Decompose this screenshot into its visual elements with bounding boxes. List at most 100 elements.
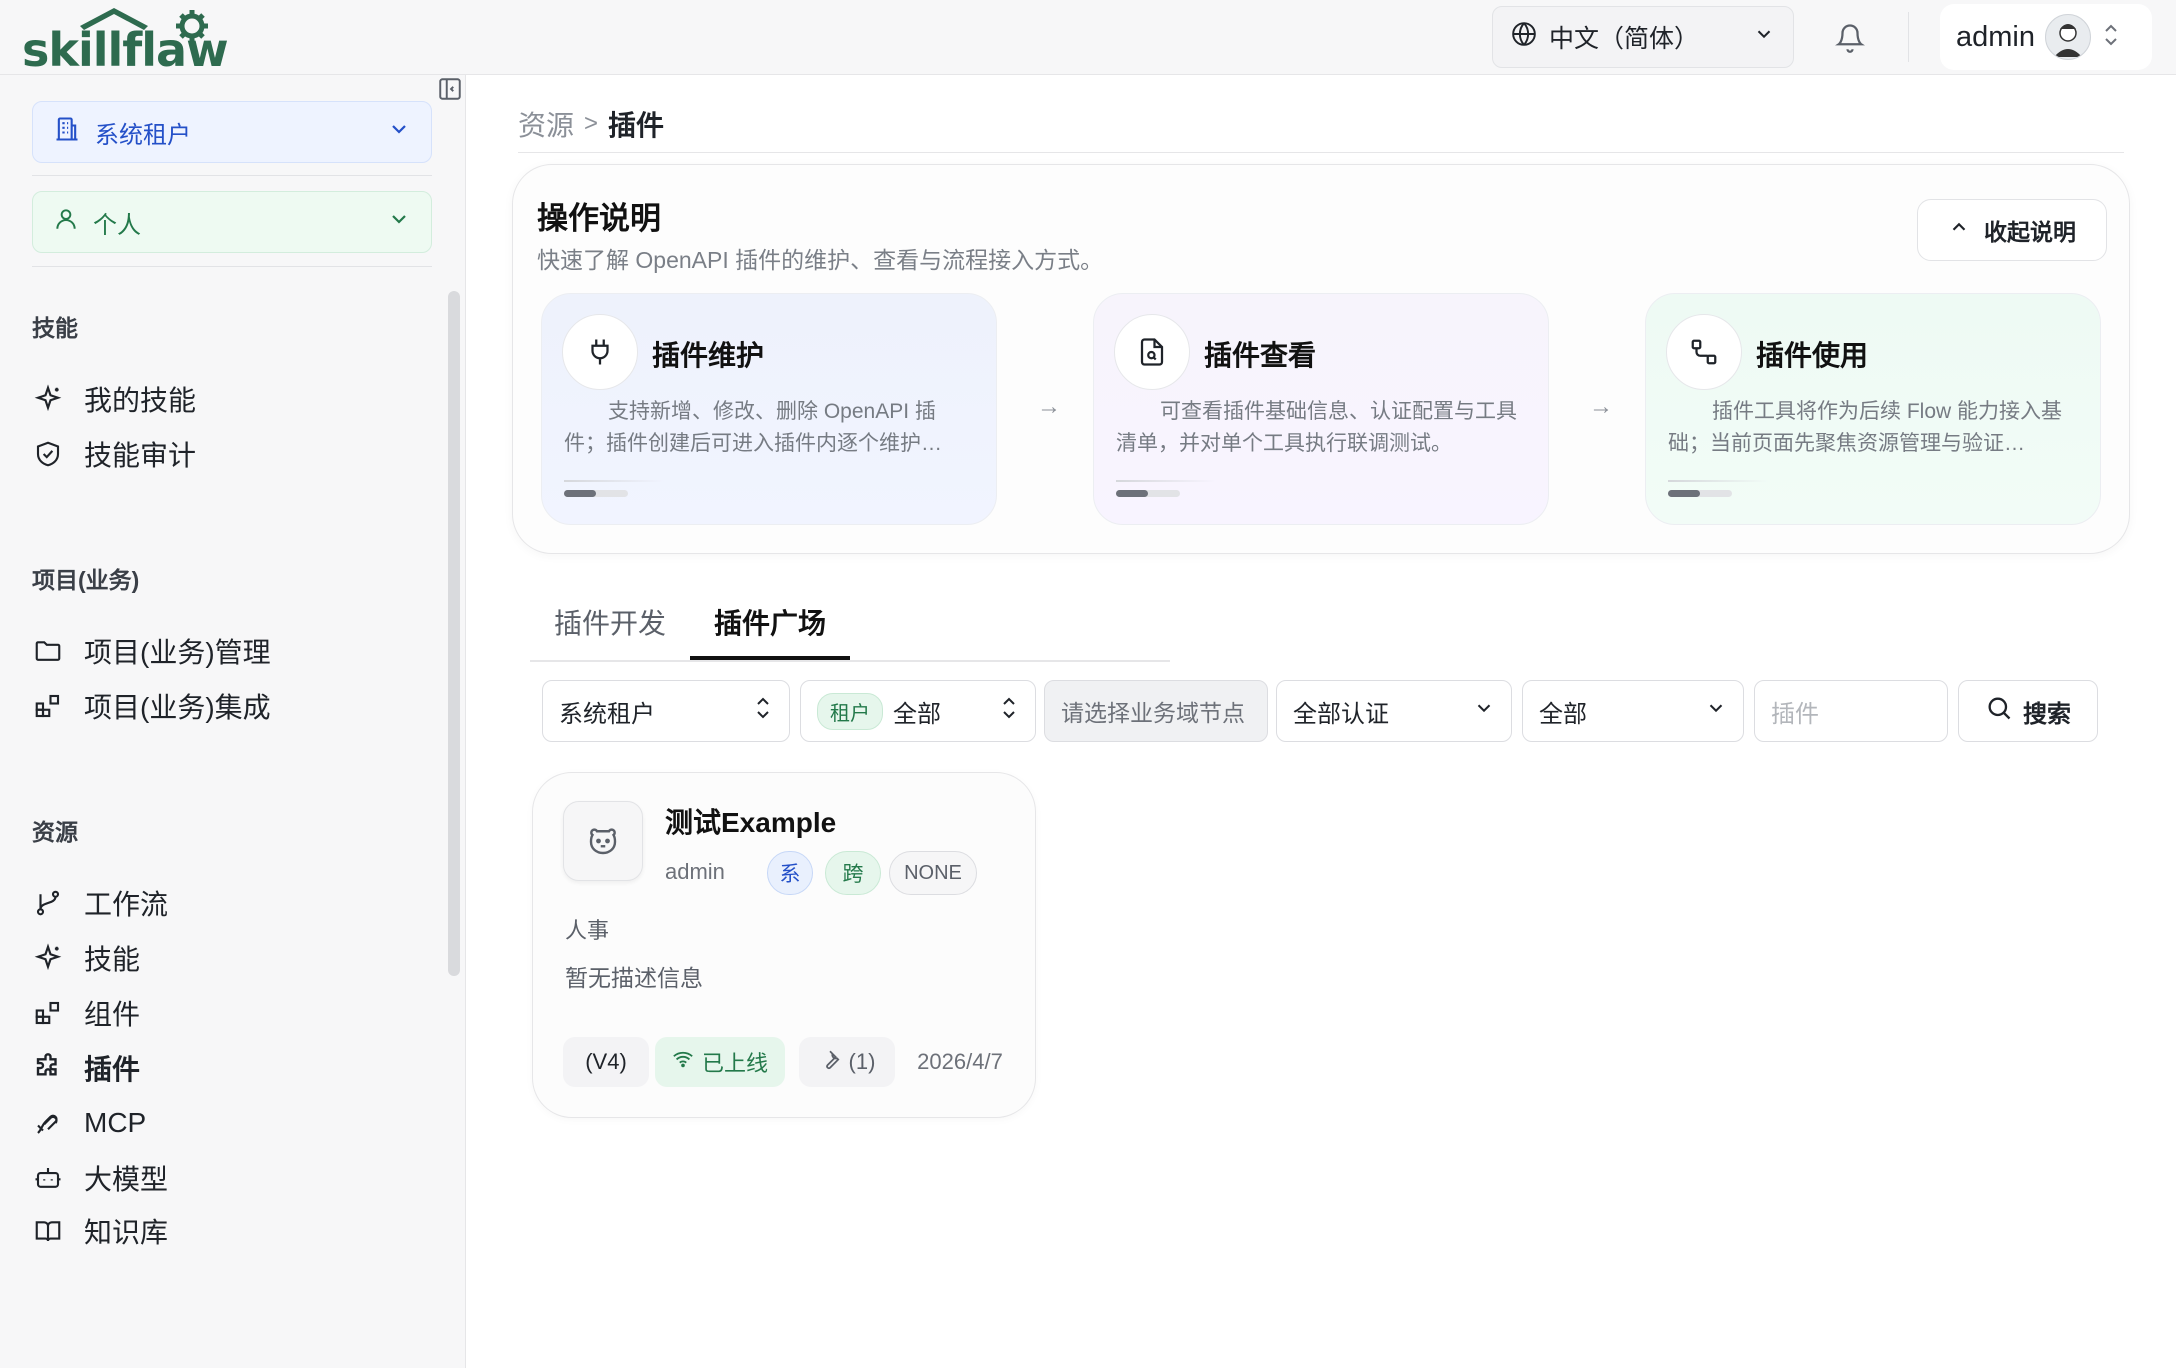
blocks-icon	[32, 997, 64, 1029]
step-description: 可查看插件基础信息、认证配置与工具清单，并对单个工具执行联调测试。	[1116, 400, 1517, 455]
chevron-down-icon	[387, 117, 411, 148]
sidebar-item-label: 项目(业务)集成	[84, 692, 271, 723]
sidebar-scrollbar[interactable]	[448, 291, 460, 976]
breadcrumb-parent[interactable]: 资源	[518, 104, 574, 144]
step-card-use: 插件使用 插件工具将作为后续 Flow 能力接入基础；当前页面先聚焦资源管理与验…	[1645, 293, 2101, 525]
sidebar-item-workflow[interactable]: 工作流	[32, 877, 422, 929]
role-filter-select[interactable]: 租户 全部	[800, 680, 1036, 742]
plug-icon	[562, 314, 638, 390]
plugin-status-badge: 已上线	[655, 1037, 785, 1087]
chevron-up-icon	[1948, 216, 1970, 244]
sidebar-item-llm[interactable]: 大模型	[32, 1152, 422, 1204]
step-progress	[1668, 490, 1732, 497]
collapse-guide-button[interactable]: 收起说明	[1917, 199, 2107, 261]
sidebar-item-label: 技能审计	[84, 440, 197, 471]
plugin-version: (V4)	[563, 1037, 649, 1087]
active-tab-indicator	[690, 656, 850, 660]
avatar	[2045, 14, 2091, 60]
plugin-search-input[interactable]: 插件	[1754, 680, 1948, 742]
guide-subtitle: 快速了解 OpenAPI 插件的维护、查看与流程接入方式。	[537, 247, 1104, 273]
sidebar-item-plugins[interactable]: 插件	[32, 1042, 422, 1094]
sidebar-item-knowledge-base[interactable]: 知识库	[32, 1205, 422, 1257]
step-title: 插件查看	[1204, 340, 1317, 371]
operation-guide-card: 操作说明 快速了解 OpenAPI 插件的维护、查看与流程接入方式。 收起说明 …	[512, 164, 2130, 554]
arrow-right-icon: →	[1037, 393, 1061, 420]
plugin-category: 人事	[565, 918, 610, 943]
step-card-view: 插件查看 可查看插件基础信息、认证配置与工具清单，并对单个工具执行联调测试。	[1093, 293, 1549, 525]
personal-scope-select[interactable]: 个人	[32, 191, 432, 253]
sidebar-item-components[interactable]: 组件	[32, 987, 422, 1039]
skillflaw-logo[interactable]: skillflaw	[22, 6, 277, 77]
puzzle-icon	[32, 1052, 64, 1084]
language-label: 中文（简体）	[1549, 25, 1700, 53]
wifi-icon	[672, 1048, 694, 1076]
sidebar-collapse-icon[interactable]	[436, 75, 464, 103]
chevron-updown-icon	[999, 695, 1019, 728]
sidebar-item-skills[interactable]: 技能	[32, 932, 422, 984]
plugin-status-label: 已上线	[701, 1051, 768, 1076]
plugin-tool-count-label: (1)	[848, 1049, 876, 1074]
sidebar: 系统租户 个人 技能 我的技能 技能审计 项目(业务) 项目(业务)管理 项目(…	[0, 75, 466, 1368]
guide-title: 操作说明	[537, 201, 661, 236]
plugin-name[interactable]: 测试Example	[665, 801, 836, 841]
tenant-scope-select[interactable]: 系统租户	[32, 101, 432, 163]
plugin-card[interactable]: 测试Example admin 系 跨 NONE 人事 暂无描述信息 (V4) …	[532, 772, 1036, 1118]
plugin-search-placeholder: 插件	[1771, 700, 1819, 728]
step-card-maintain: 插件维护 支持新增、修改、删除 OpenAPI 插件；插件创建后可进入插件内逐个…	[541, 293, 997, 525]
svg-text:skillflaw: skillflaw	[22, 23, 228, 70]
language-select[interactable]: 中文（简体）	[1492, 6, 1794, 68]
bell-icon[interactable]	[1830, 18, 1870, 58]
search-button[interactable]: 搜索	[1958, 680, 2098, 742]
auth-filter-value: 全部认证	[1293, 700, 1389, 728]
auth-filter-select[interactable]: 全部认证	[1276, 680, 1512, 742]
tab-plugin-marketplace[interactable]: 插件广场	[714, 602, 826, 642]
section-title-projects: 项目(业务)	[32, 567, 140, 593]
plugin-author: admin	[665, 859, 725, 884]
globe-icon	[1511, 21, 1537, 54]
cross-tenant-badge: 跨	[825, 851, 881, 895]
breadcrumb: 资源 > 插件	[518, 104, 664, 144]
sidebar-item-label: MCP	[84, 1107, 147, 1138]
role-filter-value: 全部	[893, 700, 941, 728]
tab-plugin-development[interactable]: 插件开发	[554, 602, 666, 642]
arrow-right-icon: →	[1589, 393, 1613, 420]
section-title-skills: 技能	[32, 315, 78, 341]
business-domain-select[interactable]: 请选择业务域节点	[1044, 680, 1268, 742]
user-name: admin	[1956, 20, 2035, 53]
search-icon	[1985, 694, 2013, 729]
sidebar-item-project-integration[interactable]: 项目(业务)集成	[32, 680, 422, 732]
workflow-icon	[32, 887, 64, 919]
user-menu[interactable]: admin	[1940, 4, 2152, 70]
breadcrumb-current: 插件	[608, 110, 665, 141]
step-title: 插件使用	[1756, 340, 1869, 371]
top-header: skillflaw 中文（简体） admin	[0, 0, 2176, 77]
sidebar-item-label: 组件	[84, 999, 141, 1030]
personal-scope-label: 个人	[93, 211, 141, 239]
auth-type-badge: NONE	[889, 851, 977, 895]
status-filter-select[interactable]: 全部	[1522, 680, 1744, 742]
sidebar-item-project-management[interactable]: 项目(业务)管理	[32, 625, 422, 677]
sidebar-item-skill-audit[interactable]: 技能审计	[32, 428, 422, 480]
plugin-tool-count: (1)	[799, 1037, 895, 1087]
blocks-icon	[32, 690, 64, 722]
plugin-tabs: 插件开发 插件广场	[530, 590, 1170, 662]
collapse-guide-label: 收起说明	[1984, 219, 2076, 245]
breadcrumb-separator: >	[584, 110, 599, 137]
search-button-label: 搜索	[2023, 700, 2071, 728]
user-icon	[53, 206, 79, 239]
plugin-description: 暂无描述信息	[565, 965, 703, 991]
sidebar-item-mcp[interactable]: MCP	[32, 1097, 422, 1149]
bot-icon	[32, 1162, 64, 1194]
book-icon	[32, 1215, 64, 1247]
tenant-filter-select[interactable]: 系统租户	[542, 680, 790, 742]
shield-check-icon	[32, 438, 64, 470]
file-search-icon	[1114, 314, 1190, 390]
sparkle-icon	[32, 383, 64, 415]
plugin-date: 2026/4/7	[917, 1049, 1003, 1074]
status-filter-value: 全部	[1539, 700, 1587, 728]
sidebar-item-my-skills[interactable]: 我的技能	[32, 373, 422, 425]
mcp-icon	[32, 1107, 64, 1139]
section-title-resources: 资源	[32, 819, 78, 845]
folder-icon	[32, 635, 64, 667]
route-icon	[1666, 314, 1742, 390]
